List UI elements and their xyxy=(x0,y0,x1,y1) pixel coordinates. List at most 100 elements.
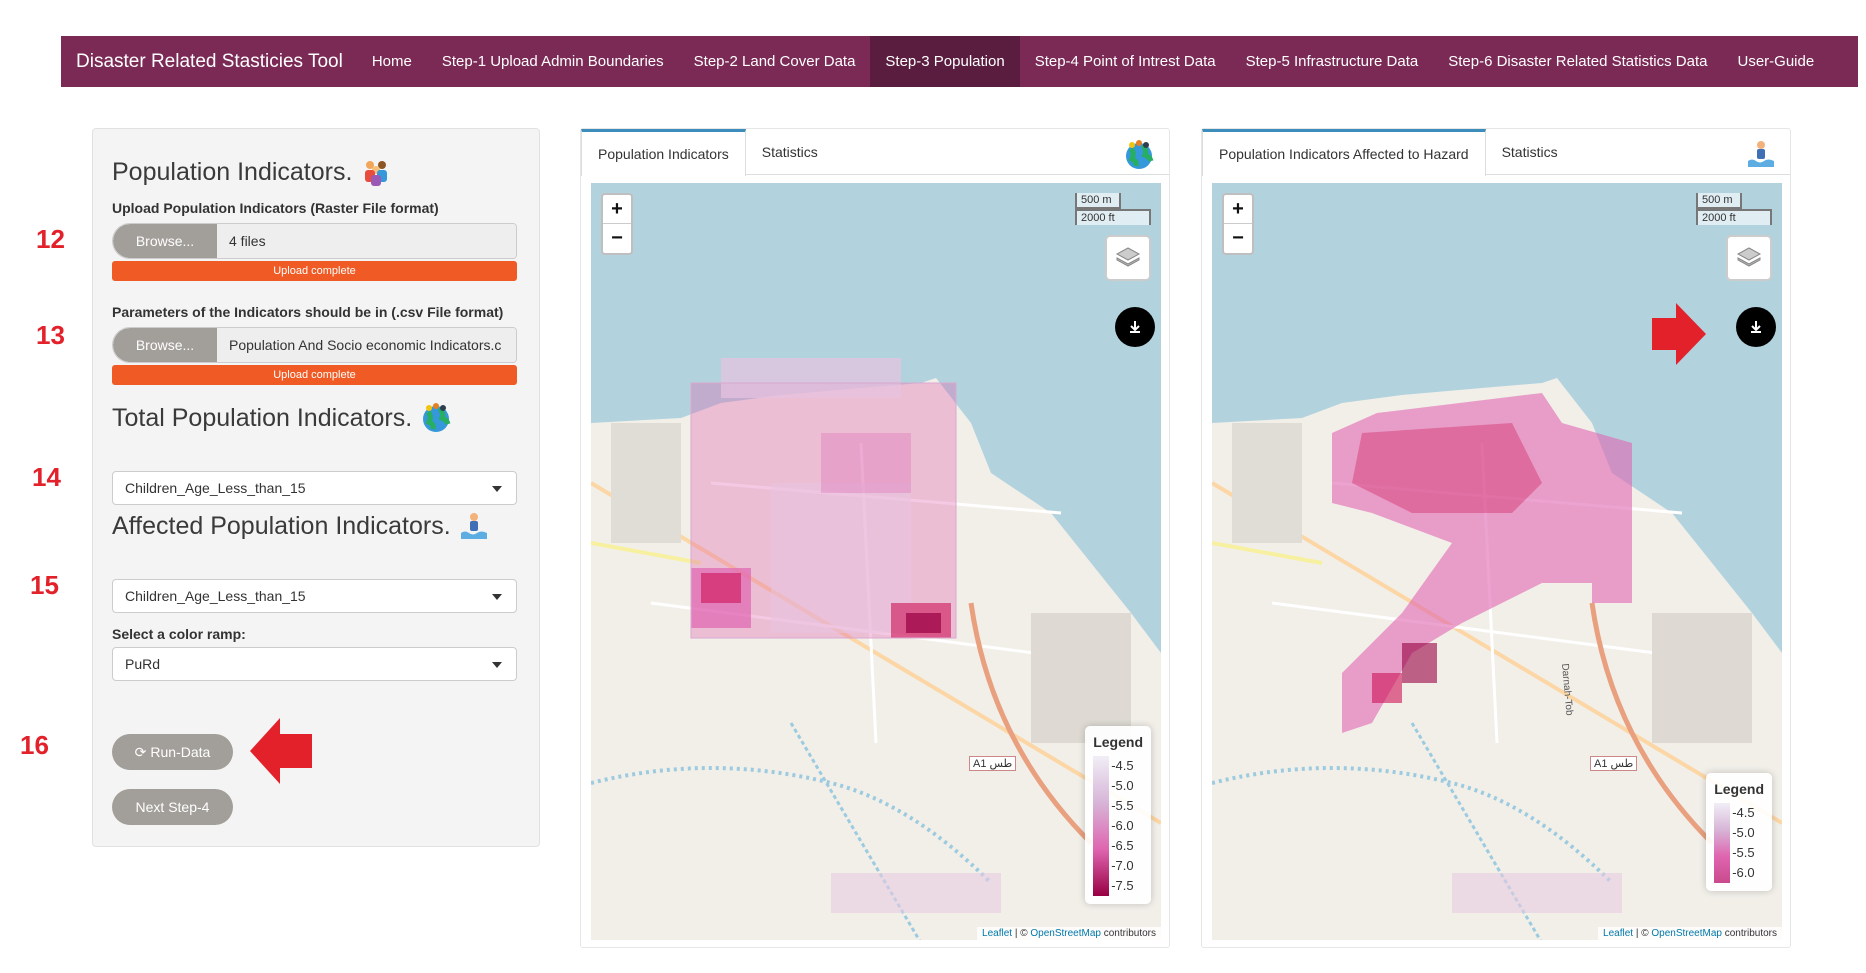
legend-tick: -5.0 xyxy=(1111,778,1134,793)
upload-population-browse-button[interactable]: Browse... xyxy=(113,224,217,258)
affected-population-select-value: Children_Age_Less_than_15 xyxy=(125,588,306,604)
layers-control-button[interactable] xyxy=(1105,235,1151,281)
scale-feet: 2000 ft xyxy=(1075,209,1151,225)
legend-tick: -4.5 xyxy=(1111,758,1134,773)
leaflet-link[interactable]: Leaflet xyxy=(982,928,1012,939)
affected-leaflet-map[interactable]: A1 طس Darnah-Tob + − 500 m 2000 ft Legen… xyxy=(1212,183,1782,940)
population-map-tabs: Population Indicators Statistics xyxy=(581,129,1169,176)
top-navbar: Disaster Related Stasticies Tool Home St… xyxy=(61,36,1858,87)
map-attribution: Leaflet | © OpenStreetMap contributors xyxy=(1598,927,1782,940)
color-ramp-label: Select a color ramp: xyxy=(112,626,246,642)
tab-statistics[interactable]: Statistics xyxy=(1486,129,1574,175)
affected-population-title: Affected Population Indicators. xyxy=(112,511,451,540)
legend-tick: -6.5 xyxy=(1111,838,1134,853)
legend-tick: -7.0 xyxy=(1111,858,1134,873)
nav-home[interactable]: Home xyxy=(357,36,427,87)
tab-affected-indicators[interactable]: Population Indicators Affected to Hazard xyxy=(1202,129,1486,176)
affected-map-tabs: Population Indicators Affected to Hazard… xyxy=(1202,129,1790,176)
legend-tick: -4.5 xyxy=(1732,805,1755,820)
scale-feet: 2000 ft xyxy=(1696,209,1772,225)
run-data-label: Run-Data xyxy=(150,744,211,760)
total-population-heading: Total Population Indicators. xyxy=(112,402,452,434)
osm-link[interactable]: OpenStreetMap xyxy=(1651,928,1722,939)
zoom-out-button[interactable]: − xyxy=(603,224,631,253)
scale-meters: 500 m xyxy=(1696,193,1742,209)
refresh-icon: ⟳ xyxy=(134,743,147,760)
road-shield-label-ar: طس xyxy=(989,758,1013,770)
layers-icon xyxy=(1736,247,1762,267)
affected-raster-layer xyxy=(1332,393,1632,733)
leaflet-link[interactable]: Leaflet xyxy=(1603,928,1633,939)
layers-control-button[interactable] xyxy=(1726,235,1772,281)
nav-step2[interactable]: Step-2 Land Cover Data xyxy=(679,36,871,87)
nav-step4[interactable]: Step-4 Point of Intrest Data xyxy=(1020,36,1231,87)
affected-map-panel: Population Indicators Affected to Hazard… xyxy=(1201,128,1791,948)
legend-tick: -5.5 xyxy=(1732,845,1755,860)
attribution-separator: | © xyxy=(1633,928,1652,939)
parameters-progress: Upload complete xyxy=(112,365,517,385)
zoom-in-button[interactable]: + xyxy=(603,195,631,224)
population-indicators-heading: Population Indicators. xyxy=(112,156,392,188)
download-map-button[interactable] xyxy=(1736,307,1776,347)
total-population-title: Total Population Indicators. xyxy=(112,403,413,432)
affected-population-select[interactable]: Children_Age_Less_than_15 xyxy=(112,579,517,613)
color-ramp-select[interactable]: PuRd xyxy=(112,647,517,681)
app-brand[interactable]: Disaster Related Stasticies Tool xyxy=(61,51,357,73)
zoom-control: + − xyxy=(601,193,633,255)
zoom-in-button[interactable]: + xyxy=(1224,195,1252,224)
annotation-arrow-left-icon xyxy=(250,718,312,784)
attribution-tail: contributors xyxy=(1100,928,1156,939)
annotation-number-12: 12 xyxy=(36,224,65,254)
road-shield-label: A1 xyxy=(973,758,987,770)
parameters-browse-button[interactable]: Browse... xyxy=(113,328,217,362)
road-shield-a1: A1 طس xyxy=(1590,756,1638,771)
scale-meters: 500 m xyxy=(1075,193,1121,209)
legend-tick: -5.5 xyxy=(1111,798,1134,813)
download-icon xyxy=(1130,321,1140,333)
nav-step1[interactable]: Step-1 Upload Admin Boundaries xyxy=(427,36,679,87)
zoom-out-button[interactable]: − xyxy=(1224,224,1252,253)
next-step-4-button[interactable]: Next Step-4 xyxy=(112,789,233,825)
chevron-down-icon xyxy=(492,486,502,492)
parameters-file-name: Population And Socio economic Indicators… xyxy=(217,328,516,362)
map-legend: Legend -4.5 -5.0 -5.5 -6.0 -6.5 -7.0 -7.… xyxy=(1085,726,1151,904)
population-map-panel: Population Indicators Statistics A1 طس +… xyxy=(580,128,1170,948)
annotation-number-16: 16 xyxy=(20,730,49,760)
population-indicators-title: Population Indicators. xyxy=(112,157,353,186)
download-icon xyxy=(1751,321,1761,333)
legend-tick: -6.0 xyxy=(1732,865,1755,880)
affected-population-heading: Affected Population Indicators. xyxy=(112,511,489,541)
globe-people-icon xyxy=(423,403,451,432)
annotation-arrow-right-icon xyxy=(1652,303,1706,365)
legend-tick: -6.0 xyxy=(1111,818,1134,833)
annotation-number-15: 15 xyxy=(30,570,59,600)
parameters-file-input[interactable]: Browse... Population And Socio economic … xyxy=(112,327,517,363)
attribution-tail: contributors xyxy=(1721,928,1777,939)
run-data-button[interactable]: ⟳ Run-Data xyxy=(112,734,233,770)
map-scale: 500 m 2000 ft xyxy=(1696,193,1772,225)
nav-step6[interactable]: Step-6 Disaster Related Statistics Data xyxy=(1433,36,1722,87)
legend-color-ramp xyxy=(1714,803,1731,883)
nav-user-guide[interactable]: User-Guide xyxy=(1723,36,1830,87)
chevron-down-icon xyxy=(492,662,502,668)
upload-population-file-input[interactable]: Browse... 4 files xyxy=(112,223,517,259)
population-leaflet-map[interactable]: A1 طس + − 500 m 2000 ft Legend -4.5 -5.0… xyxy=(591,183,1161,940)
legend-title: Legend xyxy=(1093,734,1143,750)
tab-statistics[interactable]: Statistics xyxy=(746,129,834,175)
nav-step5[interactable]: Step-5 Infrastructure Data xyxy=(1231,36,1434,87)
people-group-icon xyxy=(365,161,388,186)
tab-population-indicators[interactable]: Population Indicators xyxy=(581,129,746,176)
osm-link[interactable]: OpenStreetMap xyxy=(1030,928,1101,939)
total-population-select[interactable]: Children_Age_Less_than_15 xyxy=(112,471,517,505)
download-map-button[interactable] xyxy=(1115,307,1155,347)
flood-person-icon xyxy=(460,513,487,539)
road-shield-label-ar: طس xyxy=(1610,758,1634,770)
sidebar-panel: Population Indicators. Upload Population… xyxy=(92,128,540,847)
color-ramp-select-value: PuRd xyxy=(125,656,161,672)
nav-step3[interactable]: Step-3 Population xyxy=(870,36,1020,87)
legend-tick: -7.5 xyxy=(1111,878,1134,893)
legend-tick: -5.0 xyxy=(1732,825,1755,840)
attribution-separator: | © xyxy=(1012,928,1031,939)
road-shield-a1: A1 طس xyxy=(969,756,1017,771)
flood-person-icon xyxy=(1748,141,1774,167)
